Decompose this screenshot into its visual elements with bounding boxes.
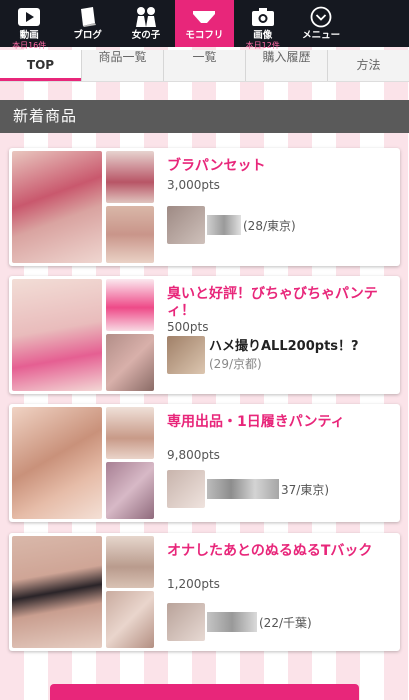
chevron-down-icon [308, 5, 334, 29]
product-thumbnail [12, 407, 102, 519]
nav-label: 画像 [253, 30, 273, 41]
sub-tabs: TOP 商品一覧 一覧 購入履歴 方法 [0, 50, 409, 82]
seller[interactable]: (28/東京) [167, 206, 296, 244]
seller-text: ハメ撮りALL200pts！? (29/京都) [209, 338, 379, 372]
girls-icon [133, 5, 159, 29]
nav-badge: 本日16件 [12, 41, 47, 50]
more-button[interactable] [50, 684, 359, 700]
blurred-name [207, 215, 241, 235]
tab-purchase-history[interactable]: 購入履歴 [246, 50, 328, 81]
nav-item-video[interactable]: 動画 本日16件 [0, 0, 58, 50]
seller-name: ハメ撮りALL200pts！? [209, 339, 359, 354]
nav-label: 動画 [19, 30, 39, 41]
nav-label: メニュー [302, 30, 341, 41]
tab-list[interactable]: 一覧 [164, 50, 246, 81]
nav-item-mokofuri[interactable]: モコフリ [175, 0, 234, 47]
tab-product-list[interactable]: 商品一覧 [82, 50, 164, 81]
product-price: 9,800pts [167, 448, 220, 462]
nav-label: モコフリ [185, 30, 224, 41]
product-thumbnail [106, 407, 154, 459]
product-thumbnail [106, 206, 154, 263]
product-thumbnail [106, 462, 154, 519]
product-title[interactable]: ブラパンセット [167, 158, 395, 175]
product-thumbnail [106, 536, 154, 588]
nav-item-images[interactable]: 画像 本日12件 [234, 0, 292, 50]
product-thumbnail [106, 334, 154, 391]
avatar [167, 603, 205, 641]
product-thumbnail [12, 151, 102, 263]
nav-item-blog[interactable]: ブログ [58, 0, 116, 47]
play-icon [16, 5, 42, 29]
product-thumbnail [12, 536, 102, 648]
seller-info: (29/京都) [209, 357, 262, 371]
product-card[interactable]: オナしたあとのぬるぬるTバック 1,200pts (22/千葉) [9, 533, 400, 651]
product-thumbnail [106, 591, 154, 648]
top-nav: 動画 本日16件 ブログ 女の子 モコフリ 画像 本日12件 メニュー [0, 0, 409, 50]
product-card[interactable]: 臭いと好評！びちゃびちゃパンティ！ 500pts ハメ撮りALL200pts！?… [9, 276, 400, 394]
product-card[interactable]: ブラパンセット 3,000pts (28/東京) [9, 148, 400, 266]
seller[interactable]: 37/東京) [167, 470, 329, 508]
seller-info: (22/千葉) [259, 615, 312, 630]
product-price: 500pts [167, 320, 209, 334]
seller-info: (28/東京) [243, 218, 296, 233]
seller[interactable]: (22/千葉) [167, 603, 312, 641]
product-thumbnail [12, 279, 102, 391]
product-card[interactable]: 専用出品・1日履きパンティ 9,800pts 37/東京) [9, 404, 400, 522]
seller[interactable]: ハメ撮りALL200pts！? (29/京都) [167, 336, 379, 374]
product-title[interactable]: 専用出品・1日履きパンティ [167, 414, 395, 431]
product-price: 1,200pts [167, 577, 220, 591]
panties-icon [191, 5, 217, 29]
nav-badge: 本日12件 [245, 41, 280, 50]
avatar [167, 206, 205, 244]
nav-label: ブログ [73, 30, 102, 41]
camera-icon [250, 5, 276, 29]
product-thumbnail [106, 279, 154, 331]
blurred-name [207, 612, 257, 632]
product-title[interactable]: オナしたあとのぬるぬるTバック [167, 543, 395, 560]
avatar [167, 336, 205, 374]
nav-item-menu[interactable]: メニュー [292, 0, 350, 47]
blurred-name [207, 479, 279, 499]
product-thumbnail [106, 151, 154, 203]
nav-item-girls[interactable]: 女の子 [117, 0, 175, 47]
avatar [167, 470, 205, 508]
book-icon [75, 5, 101, 29]
tab-top[interactable]: TOP [0, 50, 82, 81]
product-price: 3,000pts [167, 178, 220, 192]
section-title: 新着商品 [0, 100, 409, 133]
product-title[interactable]: 臭いと好評！びちゃびちゃパンティ！ [167, 286, 395, 320]
tab-method[interactable]: 方法 [328, 50, 409, 81]
nav-label: 女の子 [131, 30, 161, 41]
seller-info: 37/東京) [281, 482, 329, 497]
